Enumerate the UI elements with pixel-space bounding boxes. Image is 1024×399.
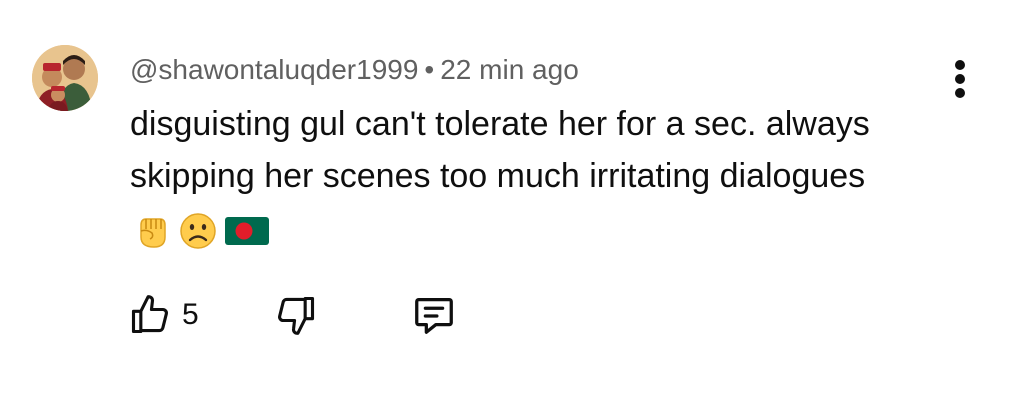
reply-button[interactable] — [411, 292, 457, 338]
thumbs-up-icon — [131, 295, 168, 334]
more-options-button[interactable] — [948, 58, 972, 100]
avatar[interactable] — [32, 45, 98, 111]
thumbs-down-icon — [278, 296, 315, 335]
raised-fist-emoji — [140, 218, 166, 248]
timestamp: 22 min ago — [440, 54, 579, 85]
comment-text: disguisting gul can't tolerate her for a… — [130, 105, 870, 195]
avatar-image — [32, 45, 98, 111]
reply-comment-icon — [415, 298, 453, 334]
separator-dot: • — [424, 54, 435, 85]
more-vertical-icon-dot — [955, 74, 965, 84]
like-button[interactable]: 5 — [128, 292, 199, 338]
bangladesh-flag-emoji — [225, 217, 269, 245]
like-count: 5 — [182, 298, 199, 331]
frowning-face-emoji — [180, 213, 216, 249]
comment-header: @shawontaluqder1999 • 22 min ago — [130, 54, 579, 86]
more-vertical-icon-dot — [955, 88, 965, 98]
more-vertical-icon — [955, 60, 965, 70]
comment-emojis — [132, 210, 270, 252]
author-name[interactable]: @shawontaluqder1999 — [130, 54, 418, 85]
dislike-button[interactable] — [274, 292, 318, 338]
